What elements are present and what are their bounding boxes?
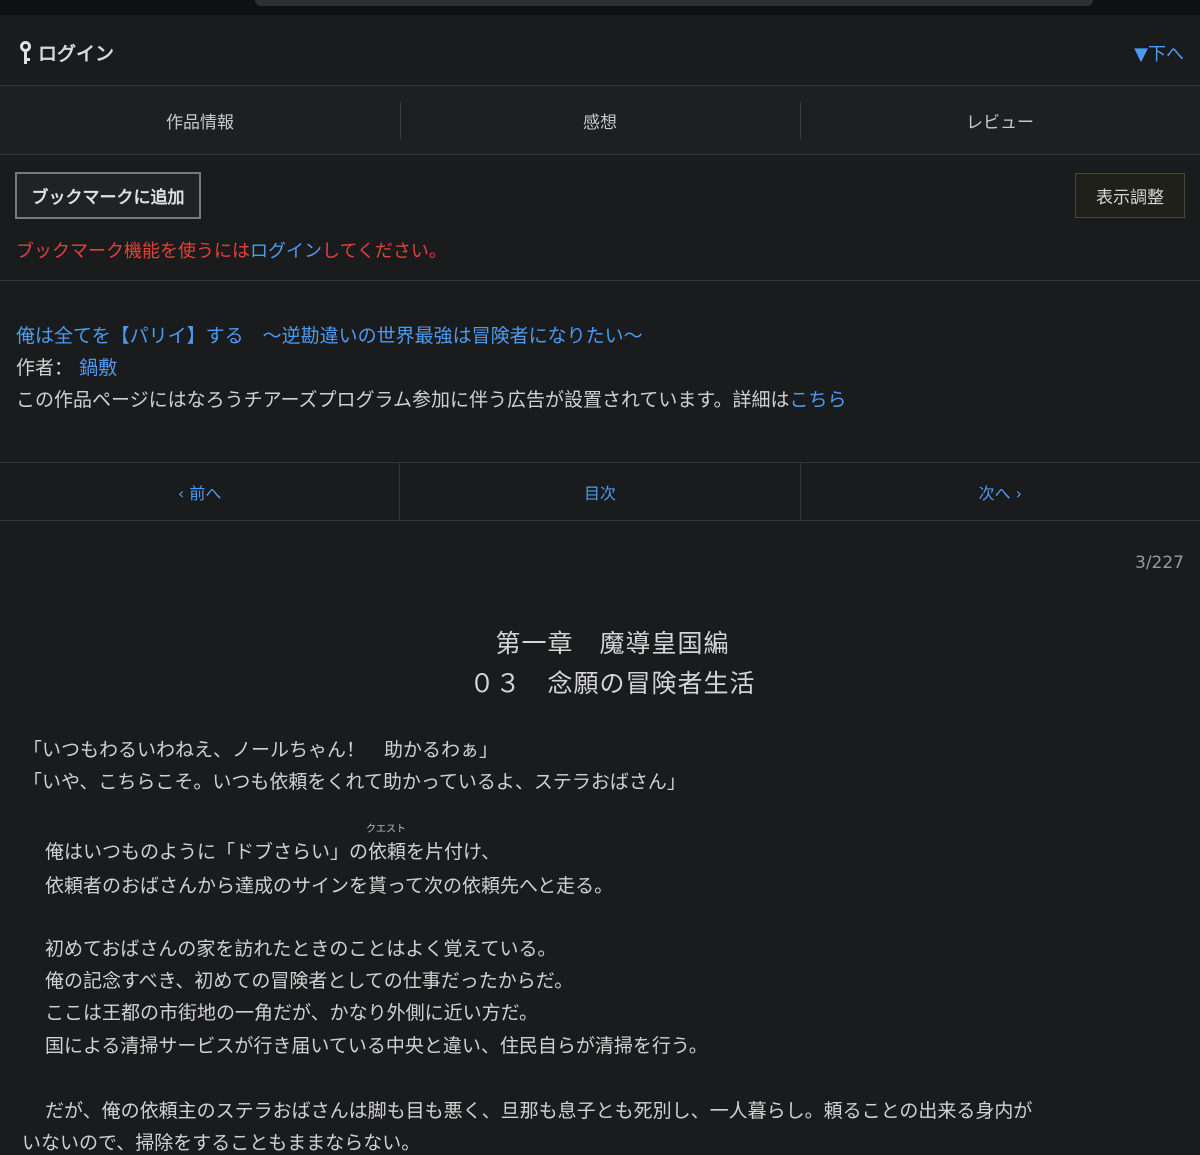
author-link[interactable]: 鍋敷: [79, 357, 117, 379]
notice-prefix: ブックマーク機能を使うには: [16, 241, 250, 262]
author-label: 作者：: [16, 357, 74, 379]
body-line: 俺はいつものように「ドブさらい」の クエスト 依頼を片付け、: [26, 824, 501, 864]
scroll-down-link[interactable]: ▼下へ: [1134, 40, 1184, 66]
add-bookmark-button[interactable]: ブックマークに追加: [15, 172, 201, 219]
episode-pager: ‹ 前へ 目次 次へ ›: [0, 462, 1200, 521]
body-line: ここは王都の市街地の一角だが、かなり外側に近い方だ。: [26, 1002, 539, 1024]
prev-episode-link[interactable]: ‹ 前へ: [0, 463, 399, 520]
display-settings-button[interactable]: 表示調整: [1075, 173, 1185, 218]
ruby-reading: クエスト: [366, 824, 407, 835]
tab-impressions[interactable]: 感想: [400, 86, 800, 154]
ad-details-link[interactable]: こちら: [790, 389, 847, 411]
browser-handle: [255, 0, 1093, 6]
ad-notice: この作品ページにはなろうチアーズプログラム参加に伴う広告が設置されています。詳細…: [16, 384, 847, 416]
work-title-link[interactable]: 俺は全てを【パリイ】する 〜逆勘違いの世界最強は冒険者になりたい〜: [16, 320, 847, 352]
body-line: 国による清掃サービスが行き届いている中央と違い、住民自らが清掃を行う。: [26, 1035, 708, 1057]
episode-title: ０３ 念願の冒険者生活: [469, 669, 756, 698]
work-tabs: 作品情報 感想 レビュー: [0, 86, 1200, 155]
notice-suffix: してください。: [322, 241, 447, 262]
login-link[interactable]: ログイン: [18, 39, 114, 66]
ruby-base: 依頼: [368, 841, 407, 863]
ad-notice-text: この作品ページにはなろうチアーズプログラム参加に伴う広告が設置されています。詳細…: [16, 389, 790, 411]
notice-login-link[interactable]: ログイン: [250, 241, 322, 262]
site-header: ログイン ▼下へ: [0, 15, 1200, 86]
author-line: 作者： 鍋敷: [16, 352, 847, 384]
body-line-start: 俺はいつものように「ドブさらい」の: [26, 841, 369, 863]
body-line: 「いや、こちらこそ。いつも依頼をくれて助かっているよ、ステラおばさん」: [23, 771, 686, 793]
next-episode-link[interactable]: 次へ ›: [799, 463, 1200, 520]
key-icon: [18, 40, 32, 65]
body-line: 初めておばさんの家を訪れたときのことはよく覚えている。: [26, 938, 557, 960]
login-label: ログイン: [38, 43, 115, 65]
divider: [0, 280, 1200, 281]
body-line: 俺の記念すべき、初めての冒険者としての仕事だったからだ。: [26, 970, 574, 992]
chapter-title: 第一章 魔導皇国編: [495, 629, 730, 658]
ruby-word: クエスト 依頼: [366, 824, 407, 864]
table-of-contents-link[interactable]: 目次: [399, 463, 799, 520]
tab-work-info[interactable]: 作品情報: [0, 86, 400, 154]
body-line: 依頼者のおばさんから達成のサインを貰って次の依頼先へと走る。: [26, 875, 614, 897]
body-line-end: を片付け、: [406, 841, 501, 863]
top-status-bar: [0, 0, 1200, 15]
episode-counter: 3/227: [1135, 553, 1184, 573]
tab-reviews[interactable]: レビュー: [800, 86, 1200, 154]
bookmark-login-notice: ブックマーク機能を使うにはログインしてください。: [16, 237, 447, 263]
body-line: 「いつもわるいわねえ、ノールちゃん！ 助かるわぁ」: [23, 739, 499, 761]
body-line: だが、俺の依頼主のステラおばさんは脚も目も悪く、旦那も息子とも死別し、一人暮らし…: [26, 1100, 1033, 1122]
work-info-block: 俺は全てを【パリイ】する 〜逆勘違いの世界最強は冒険者になりたい〜 作者： 鍋敷…: [16, 320, 847, 416]
